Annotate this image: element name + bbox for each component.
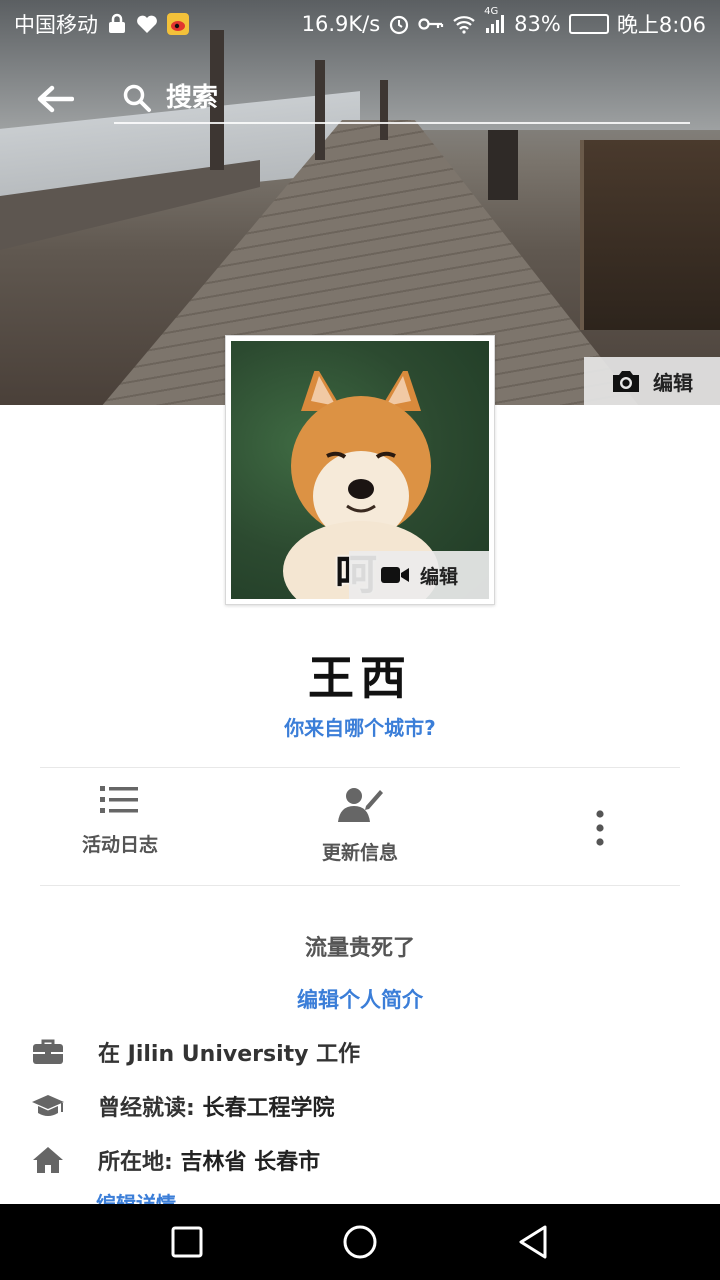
cover-trash-bin [488, 130, 518, 200]
education-prefix: 曾经就读: [98, 1096, 195, 1121]
edit-avatar-button[interactable]: 编辑 [349, 551, 489, 599]
key-icon [418, 16, 444, 32]
arrow-left-icon [37, 85, 74, 113]
system-navigation-bar [0, 1204, 720, 1280]
edit-avatar-label: 编辑 [419, 565, 458, 588]
home-icon [30, 1144, 66, 1176]
education-info-row[interactable]: 曾经就读: 长春工程学院 [30, 1086, 690, 1126]
list-icon [100, 786, 138, 813]
alarm-icon [388, 13, 410, 35]
back-system-button[interactable] [503, 1212, 563, 1272]
cover-planter [580, 140, 720, 330]
triangle-back-icon [519, 1225, 547, 1259]
battery-icon [568, 14, 609, 34]
search-icon [123, 84, 151, 112]
briefcase-icon [30, 1036, 66, 1068]
edit-cover-button[interactable]: 编辑 [584, 357, 720, 405]
education-school: 长春工程学院 [202, 1096, 335, 1121]
edit-profile-icon [338, 788, 383, 822]
add-city-link[interactable]: 你来自哪个城市? [0, 712, 720, 741]
location-text: 所在地: 吉林省 长春市 [98, 1144, 320, 1176]
battery-percent-label: 83% [514, 12, 561, 36]
camera-icon [613, 371, 639, 392]
profile-bio: 流量贵死了 [304, 936, 415, 961]
partially-visible-link-text: 编辑详情 [96, 1192, 176, 1204]
edit-bio-link[interactable]: 编辑个人简介 [0, 984, 720, 1014]
work-info-row[interactable]: 在 Jilin University 工作 [30, 1032, 690, 1072]
circle-icon [343, 1225, 377, 1259]
divider [40, 885, 680, 886]
avatar-photo: 呵 编辑 [231, 341, 489, 599]
location-info-row[interactable]: 所在地: 吉林省 长春市 [30, 1140, 690, 1180]
education-text: 曾经就读: 长春工程学院 [98, 1090, 335, 1122]
square-icon [171, 1226, 203, 1258]
lock-icon [106, 13, 128, 35]
activity-log-label: 活动日志 [81, 834, 158, 856]
clock-label: 晚上8:06 [616, 13, 706, 37]
divider [40, 767, 680, 768]
back-button[interactable] [34, 78, 76, 120]
recents-button[interactable] [157, 1212, 217, 1272]
profile-avatar[interactable]: 呵 编辑 [225, 335, 495, 605]
more-options-button[interactable] [575, 798, 625, 858]
net-speed-label: 16.9K/s [301, 12, 381, 36]
home-button[interactable] [330, 1212, 390, 1272]
video-camera-icon [380, 567, 409, 583]
update-info-button[interactable]: 更新信息 [280, 784, 440, 874]
work-text: 在 Jilin University 工作 [98, 1042, 361, 1067]
heart-rate-icon [136, 14, 158, 34]
cellular-signal-icon: 4G [484, 6, 506, 34]
more-vertical-icon [596, 810, 604, 846]
location-value: 吉林省 长春市 [180, 1150, 321, 1175]
carrier-label: 中国移动 [14, 13, 98, 37]
profile-actions: 活动日志 更新信息 [0, 770, 720, 884]
wifi-icon [452, 14, 476, 34]
profile-name: 王西 [308, 651, 412, 705]
search-input[interactable] [166, 83, 566, 113]
update-info-label: 更新信息 [321, 842, 398, 864]
graduation-cap-icon [30, 1090, 66, 1122]
location-prefix: 所在地: [98, 1150, 173, 1175]
top-navigation [0, 70, 720, 126]
edit-cover-label: 编辑 [653, 370, 693, 395]
status-bar: 中国移动 16.9K/s 4G 83% 晚上8:06 [0, 0, 720, 48]
activity-log-button[interactable]: 活动日志 [40, 784, 200, 874]
weibo-icon [166, 12, 190, 36]
search-bar[interactable] [114, 74, 690, 124]
partially-visible-link[interactable]: 编辑详情 [96, 1192, 216, 1204]
network-type-label: 4G [484, 6, 499, 17]
